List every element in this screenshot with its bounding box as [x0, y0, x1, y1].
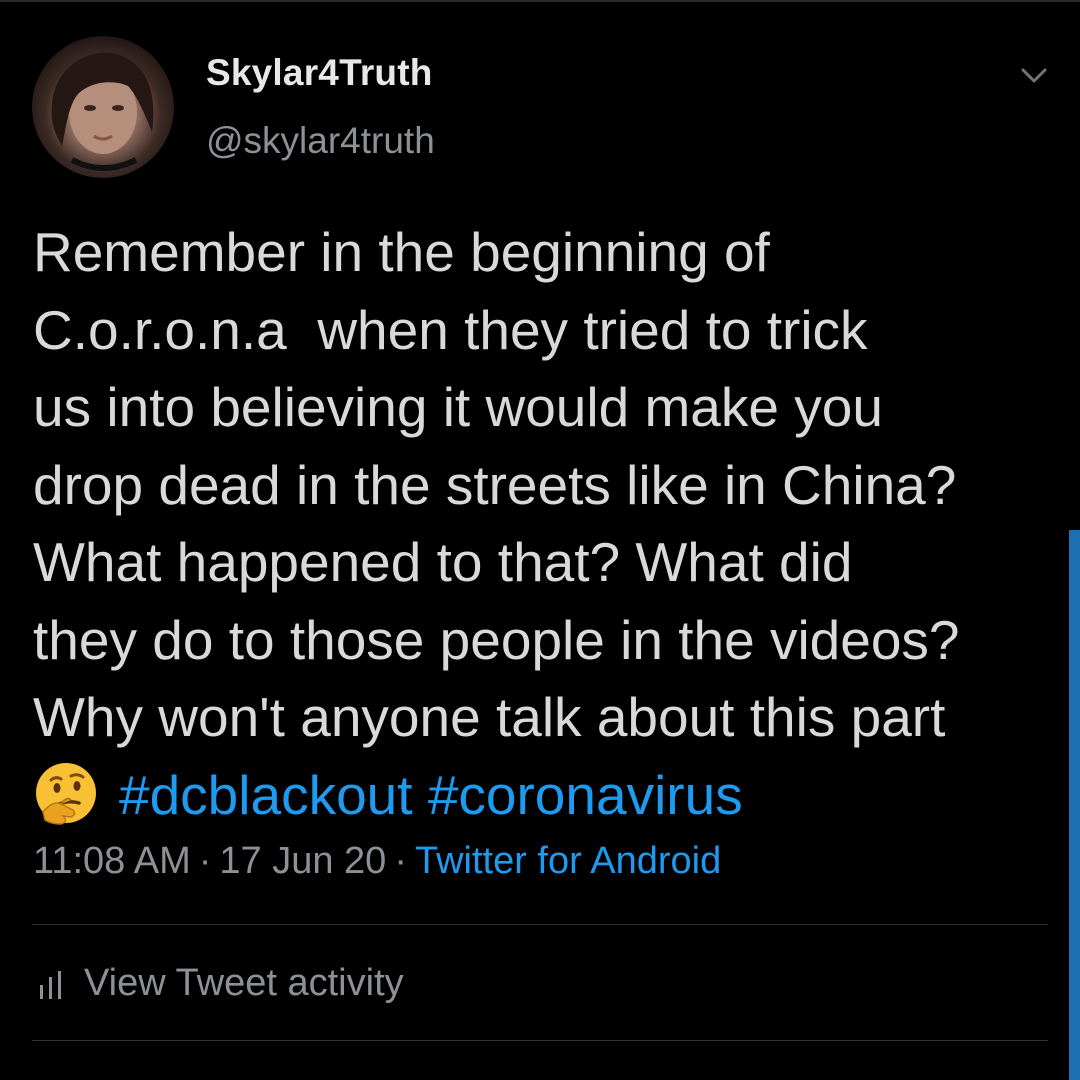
tweet-text-line: they do to those people in the videos?: [33, 608, 960, 671]
display-name[interactable]: Skylar4Truth: [206, 52, 433, 94]
tweet-date[interactable]: 17 Jun 20: [219, 840, 386, 882]
hashtag-coronavirus[interactable]: #coronavirus: [428, 764, 743, 826]
scrollbar[interactable]: [1069, 530, 1080, 1080]
tweet-text-line: drop dead in the streets like in China?: [33, 453, 957, 516]
view-tweet-activity-button[interactable]: View Tweet activity: [38, 962, 404, 1005]
tweet-text-line: What happened to that? What did: [33, 531, 853, 593]
avatar[interactable]: [32, 36, 174, 178]
tweet-time: 11:08 AM: [33, 840, 191, 882]
top-border: [0, 0, 1080, 2]
user-handle[interactable]: @skylar4truth: [206, 120, 435, 162]
view-tweet-activity-label: View Tweet activity: [84, 962, 404, 1004]
separator-dot: ·: [198, 840, 212, 882]
tweet-text: Remember in the beginning of C.o.r.o.n.a…: [33, 214, 1063, 834]
tweet-text-line: us into believing it would make you: [33, 376, 883, 438]
hashtag-dcblackout[interactable]: #dcblackout: [119, 764, 413, 826]
tweet-text-line: C.o.r.o.n.a when they tried to trick: [33, 298, 868, 361]
tweet-text-line: Remember in the beginning of: [33, 221, 770, 283]
tweet-text-line: Why won't anyone talk about this part: [33, 686, 946, 748]
divider: [32, 1040, 1048, 1041]
divider: [32, 924, 1048, 925]
separator-dot: ·: [394, 840, 407, 882]
bar-chart-icon: [38, 968, 64, 1000]
tweet-meta: 11:08 AM · 17 Jun 20 · Twitter for Android: [33, 840, 721, 883]
tweet-source-link[interactable]: Twitter for Android: [415, 840, 721, 882]
chevron-down-icon[interactable]: [1016, 58, 1052, 94]
thinking-face-emoji: [33, 760, 99, 826]
hashtag-line: #dcblackout #coronavirus: [33, 757, 1063, 835]
